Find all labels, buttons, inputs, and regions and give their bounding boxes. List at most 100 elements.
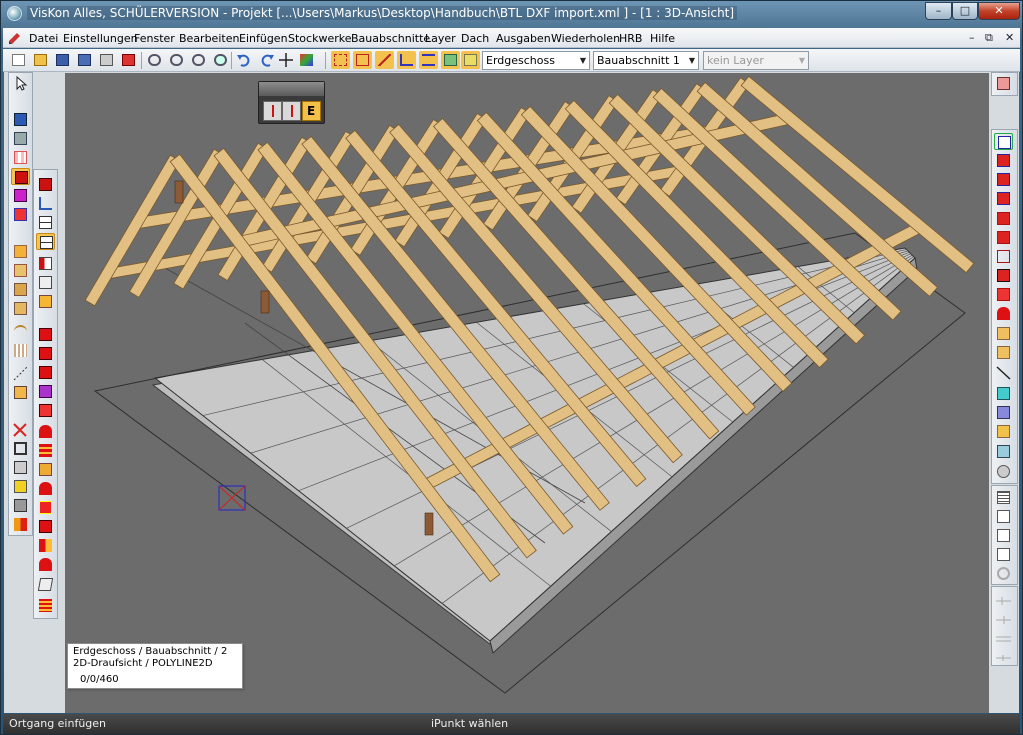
view-line-icon[interactable] — [994, 364, 1013, 381]
view-settings-icon[interactable] — [994, 463, 1013, 480]
view-wireframe-icon[interactable] — [994, 248, 1013, 265]
window-view-icon[interactable] — [994, 508, 1013, 525]
move-tool-icon[interactable] — [11, 440, 30, 457]
dormer-tool-icon[interactable] — [36, 274, 55, 291]
view-house-icon[interactable] — [994, 210, 1013, 227]
ridge-tool-icon[interactable] — [36, 195, 55, 212]
floating-palette[interactable]: E — [258, 81, 325, 124]
title-bar[interactable]: VisKon Alles, SCHÜLERVERSION - Projekt [… — [1, 1, 1022, 27]
snap-grid-icon[interactable] — [331, 51, 350, 69]
verge-tool-icon[interactable] — [36, 214, 55, 231]
menu-bearbeiten[interactable]: Bearbeiten — [179, 32, 239, 45]
constraint-4-icon[interactable] — [994, 649, 1013, 666]
chevron-down-icon[interactable]: ▼ — [689, 52, 695, 69]
gable-tool-icon[interactable] — [36, 233, 55, 250]
zoom-window-icon[interactable] — [189, 51, 208, 69]
section-tool-icon[interactable] — [11, 497, 30, 514]
view-section-icon[interactable] — [994, 171, 1013, 188]
save-icon[interactable] — [53, 51, 72, 69]
refresh-icon[interactable] — [994, 565, 1013, 582]
palette-active-tool[interactable]: E — [302, 101, 321, 121]
view-floorplan-icon[interactable] — [994, 152, 1013, 169]
arc-tool-icon[interactable] — [11, 323, 30, 340]
zoom-in-icon[interactable] — [145, 51, 164, 69]
section-select[interactable]: Bauabschnitt 1 ▼ — [593, 51, 699, 70]
eave-tool-icon[interactable] — [36, 176, 55, 193]
view-copy-icon[interactable] — [994, 404, 1013, 421]
viskon-app-icon[interactable] — [7, 6, 22, 21]
view-timber-icon[interactable] — [994, 344, 1013, 361]
undo-icon[interactable] — [235, 51, 254, 69]
view-elevation-icon[interactable] — [994, 190, 1013, 207]
menu-bauabschnitte[interactable]: Bauabschnitte — [351, 32, 430, 45]
truss-tool-icon[interactable] — [11, 300, 30, 317]
menu-hrb[interactable]: HRB — [619, 32, 642, 45]
floor-select[interactable]: Erdgeschoss ▼ — [482, 51, 590, 70]
menu-stockwerke[interactable]: Stockwerke — [288, 32, 351, 45]
snap-parallel-icon[interactable] — [419, 51, 438, 69]
redo-icon[interactable] — [257, 51, 276, 69]
view-roof-icon[interactable] — [994, 229, 1013, 246]
3d-viewport[interactable] — [65, 73, 989, 713]
view-beam-icon[interactable] — [994, 325, 1013, 342]
document-menu-icon[interactable] — [8, 31, 22, 45]
render-3d-icon[interactable] — [297, 51, 316, 69]
stair-tool-icon[interactable] — [11, 243, 30, 260]
palette-post-pair-icon[interactable] — [282, 101, 301, 121]
roof-model-3d[interactable] — [65, 73, 989, 713]
maximize-button[interactable]: □ — [952, 2, 978, 20]
constraint-1-icon[interactable] — [994, 592, 1013, 609]
delete-tool-icon[interactable] — [11, 421, 30, 438]
view-roof-outline-icon[interactable] — [994, 267, 1013, 284]
print-icon[interactable] — [97, 51, 116, 69]
symbol-tool-icon[interactable] — [11, 206, 30, 223]
opening-tool-icon[interactable] — [11, 187, 30, 204]
print-preview-icon[interactable] — [119, 51, 138, 69]
frame-view-icon[interactable] — [994, 527, 1013, 544]
roof-tool-icon[interactable] — [11, 168, 30, 185]
view-gable-icon[interactable] — [994, 305, 1013, 322]
view-3d-icon[interactable] — [994, 133, 1013, 150]
roof-dome-icon[interactable] — [36, 480, 55, 497]
snap-point-icon[interactable] — [353, 51, 372, 69]
grid-tool-icon[interactable] — [11, 149, 30, 166]
menu-einstellungen[interactable]: Einstellungen — [63, 32, 138, 45]
view-truss-icon[interactable] — [994, 286, 1013, 303]
list-view-icon[interactable] — [994, 489, 1013, 506]
mdi-close-button[interactable]: ✕ — [1005, 31, 1014, 44]
roof-list-icon[interactable] — [36, 597, 55, 614]
layer-select[interactable]: kein Layer ▼ — [703, 51, 809, 70]
zoom-all-icon[interactable] — [211, 51, 230, 69]
snap-line-icon[interactable] — [375, 51, 394, 69]
menu-einfuegen[interactable]: Einfügen — [239, 32, 288, 45]
roof-edit-icon[interactable] — [36, 383, 55, 400]
save-all-icon[interactable] — [75, 51, 94, 69]
minimize-button[interactable]: – — [925, 2, 952, 20]
chevron-down-icon[interactable]: ▼ — [799, 52, 805, 69]
roof-tiles-icon[interactable] — [36, 442, 55, 459]
roof-window-icon[interactable] — [36, 326, 55, 343]
resize-view-icon[interactable] — [994, 546, 1013, 563]
menu-ausgaben[interactable]: Ausgaben — [496, 32, 551, 45]
roof-arrow-icon[interactable] — [36, 402, 55, 419]
roof-opening-icon[interactable] — [36, 364, 55, 381]
snap-angle-icon[interactable] — [397, 51, 416, 69]
roof-cut-icon[interactable] — [36, 518, 55, 535]
line-tool-icon[interactable] — [11, 365, 30, 382]
crosshair-icon[interactable] — [277, 51, 296, 69]
roof-face-icon[interactable] — [36, 576, 55, 593]
menu-dach[interactable]: Dach — [461, 32, 489, 45]
select-arrow-icon[interactable] — [11, 75, 30, 92]
print-export-icon[interactable] — [994, 75, 1013, 92]
mirror-tool-icon[interactable] — [11, 516, 30, 533]
chevron-down-icon[interactable]: ▼ — [580, 52, 586, 69]
close-button[interactable]: ✕ — [978, 2, 1020, 20]
roof-round-icon[interactable] — [36, 556, 55, 573]
menu-layer[interactable]: Layer — [425, 32, 456, 45]
snap-plane-icon[interactable] — [441, 51, 460, 69]
copy-tool-icon[interactable] — [11, 459, 30, 476]
rafter-tool-icon[interactable] — [11, 262, 30, 279]
zoom-out-icon[interactable] — [167, 51, 186, 69]
slab-tool-icon[interactable] — [11, 130, 30, 147]
roof-grid-icon[interactable] — [36, 461, 55, 478]
